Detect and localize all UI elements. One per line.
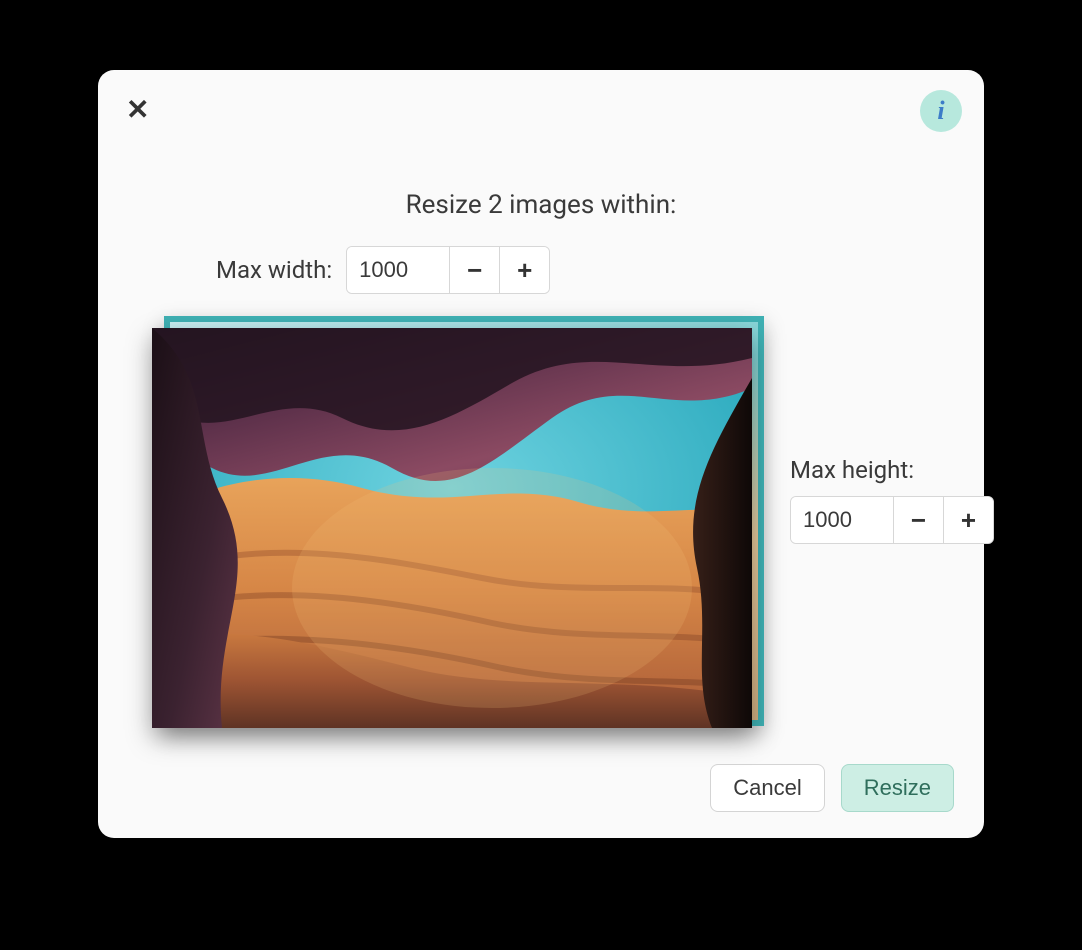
- max-width-decrement-button[interactable]: −: [449, 247, 499, 293]
- max-height-column: Max height: − +: [790, 456, 994, 544]
- max-width-stepper: − +: [346, 246, 550, 294]
- max-width-label: Max width:: [216, 256, 332, 284]
- info-icon[interactable]: i: [920, 90, 962, 132]
- max-width-row: Max width: − +: [216, 246, 954, 294]
- max-width-increment-button[interactable]: +: [499, 247, 549, 293]
- cancel-button[interactable]: Cancel: [710, 764, 824, 812]
- preview-image-front: [152, 328, 752, 728]
- max-height-decrement-button[interactable]: −: [893, 497, 943, 543]
- dialog-footer: Cancel Resize: [128, 764, 954, 812]
- resize-button[interactable]: Resize: [841, 764, 954, 812]
- max-height-label: Max height:: [790, 456, 994, 484]
- image-preview-stack: [152, 316, 766, 730]
- preview-and-height-row: Max height: − +: [128, 316, 954, 730]
- max-height-increment-button[interactable]: +: [943, 497, 993, 543]
- max-width-input[interactable]: [347, 247, 449, 293]
- info-icon-glyph: i: [937, 98, 944, 124]
- dialog-title: Resize 2 images within:: [128, 190, 954, 220]
- max-height-stepper: − +: [790, 496, 994, 544]
- close-icon[interactable]: ✕: [126, 96, 149, 124]
- max-height-input[interactable]: [791, 497, 893, 543]
- resize-dialog: ✕ i Resize 2 images within: Max width: −…: [98, 70, 984, 838]
